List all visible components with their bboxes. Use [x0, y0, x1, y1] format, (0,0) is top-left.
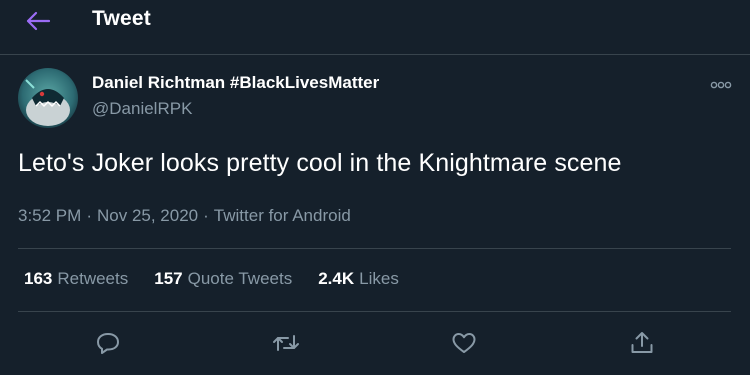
tweet-stats: 163 Retweets 157 Quote Tweets 2.4K Likes: [24, 269, 399, 289]
share-button[interactable]: [628, 330, 656, 356]
more-dots-icon: [710, 81, 732, 89]
tweet-meta: 3:52 PM · Nov 25, 2020 · Twitter for Android: [18, 206, 351, 226]
reply-button[interactable]: [94, 330, 122, 356]
separator: ·: [203, 206, 209, 225]
back-button[interactable]: [22, 8, 54, 34]
likes-count: 2.4K: [318, 269, 355, 288]
arrow-left-icon: [26, 11, 51, 31]
author-handle[interactable]: @DanielRPK: [92, 99, 192, 119]
tweet-time[interactable]: 3:52 PM: [18, 206, 81, 225]
divider: [18, 248, 731, 249]
reply-icon: [97, 333, 119, 354]
avatar-image: [18, 68, 78, 128]
retweets-label: Retweets: [57, 269, 129, 288]
author-name[interactable]: Daniel Richtman #BlackLivesMatter: [92, 73, 379, 93]
share-icon: [631, 332, 653, 353]
avatar[interactable]: [18, 68, 78, 128]
tweet-source[interactable]: Twitter for Android: [214, 206, 351, 225]
likes-stat[interactable]: 2.4K Likes: [318, 269, 399, 289]
separator: ·: [86, 206, 92, 225]
retweets-stat[interactable]: 163 Retweets: [24, 269, 128, 289]
top-bar: Tweet: [0, 0, 750, 55]
more-options-button[interactable]: [708, 78, 734, 92]
tweet-date[interactable]: Nov 25, 2020: [97, 206, 198, 225]
quote-tweets-stat[interactable]: 157 Quote Tweets: [154, 269, 292, 289]
page-title: Tweet: [92, 7, 151, 30]
quotes-count: 157: [154, 269, 183, 288]
tweet-text: Leto's Joker looks pretty cool in the Kn…: [18, 149, 622, 177]
like-icon: [452, 333, 476, 353]
quotes-label: Quote Tweets: [187, 269, 293, 288]
retweet-button[interactable]: [272, 330, 300, 356]
likes-label: Likes: [359, 269, 399, 288]
like-button[interactable]: [450, 330, 478, 356]
retweet-icon: [273, 335, 299, 351]
divider: [18, 311, 731, 312]
retweets-count: 163: [24, 269, 53, 288]
